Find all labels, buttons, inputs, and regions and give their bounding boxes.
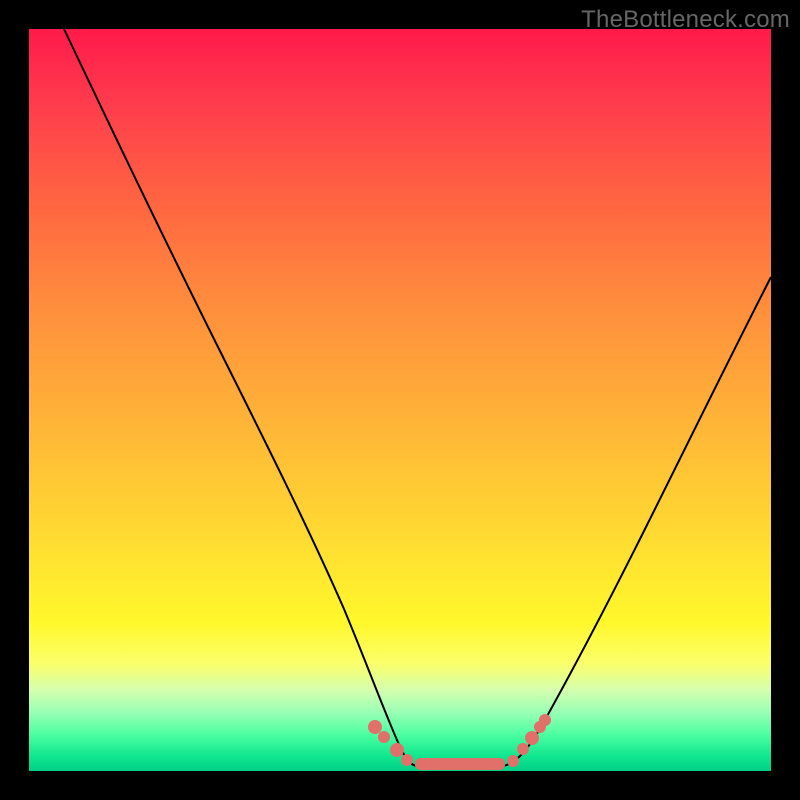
bead-right-1 [507, 755, 519, 767]
bead-left-3 [390, 743, 404, 757]
curve-right-arm [503, 277, 771, 766]
bead-left-4 [401, 754, 413, 766]
bead-right-3 [525, 731, 539, 745]
chart-svg [29, 29, 771, 771]
curve-left-arm [64, 29, 417, 766]
bead-left-1 [368, 720, 382, 734]
bead-right-5 [539, 714, 551, 726]
bead-right-2 [517, 743, 529, 755]
bead-left-2 [378, 731, 390, 743]
bead-bottom-bar [415, 758, 505, 770]
watermark-label: TheBottleneck.com [581, 6, 790, 34]
chart-plot-area [29, 29, 771, 771]
